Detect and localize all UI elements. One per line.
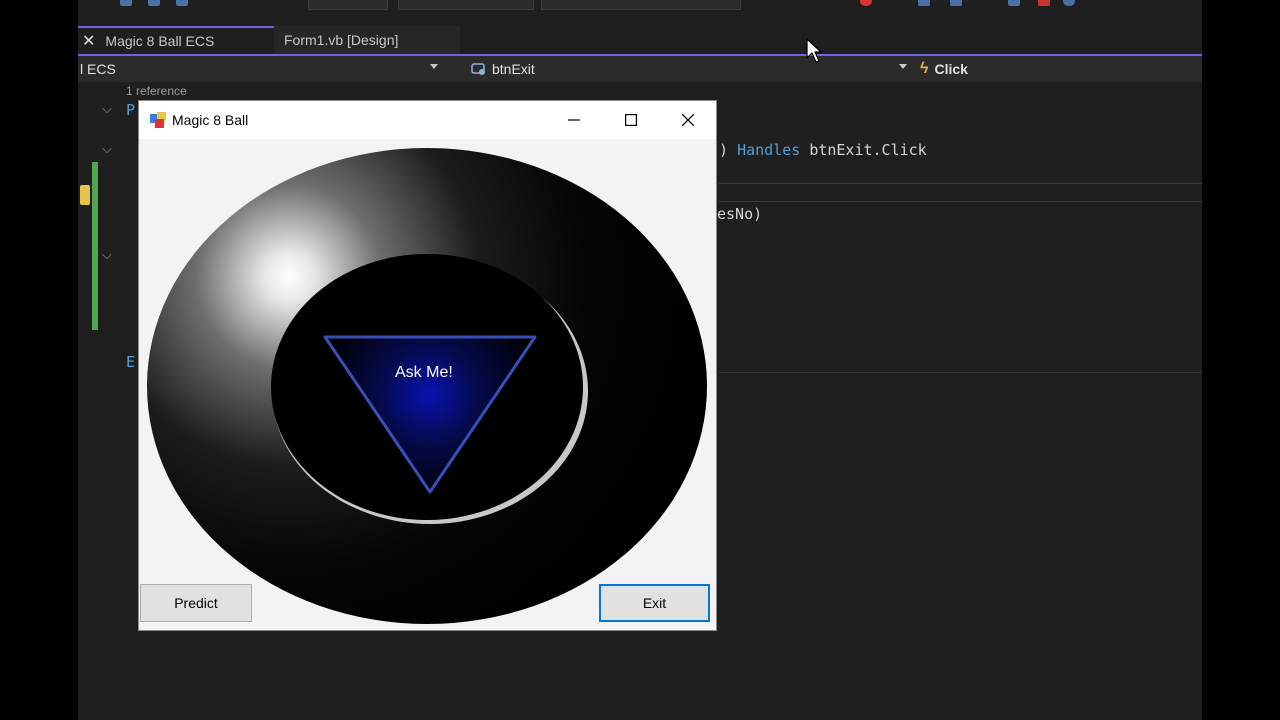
lightbulb-icon[interactable]	[80, 185, 90, 205]
stop-icon[interactable]	[860, 0, 872, 6]
tab-label: Magic 8 Ball ECS	[105, 33, 215, 49]
tab-form1-design[interactable]: Form1.vb [Design]	[274, 26, 460, 54]
exit-button[interactable]: Exit	[599, 584, 710, 622]
close-icon[interactable]: ✕	[82, 31, 95, 51]
event-dropdown[interactable]: ϟ Click	[920, 56, 968, 82]
magic-8-ball-image	[147, 148, 707, 624]
project-name: l ECS	[80, 61, 116, 77]
codelens-references[interactable]: 1 reference	[126, 84, 187, 98]
window-title: Magic 8 Ball	[172, 112, 249, 128]
minimize-icon	[567, 119, 580, 121]
object-dropdown[interactable]: btnExit	[470, 56, 535, 82]
save-icon[interactable]	[120, 0, 132, 6]
save-all-icon[interactable]	[148, 0, 160, 6]
close-button[interactable]	[659, 101, 716, 139]
line-separator	[719, 372, 1202, 373]
code-line-msgbox: esNo)	[717, 205, 763, 223]
toolbar-icon[interactable]	[1038, 0, 1050, 6]
mouse-cursor-icon	[806, 38, 822, 63]
form-client-area: Ask Me! Predict Exit	[139, 139, 716, 630]
app-icon	[150, 112, 166, 128]
code-fragment: P	[126, 101, 136, 119]
line-separator	[719, 201, 1202, 202]
collapse-icon[interactable]: ⌵	[102, 142, 112, 157]
chevron-down-icon[interactable]	[899, 64, 907, 69]
startup-dropdown[interactable]	[541, 0, 741, 10]
chevron-down-icon[interactable]	[430, 64, 438, 69]
platform-dropdown[interactable]	[398, 0, 534, 10]
maximize-icon	[624, 114, 637, 126]
toolbar-icon[interactable]	[1063, 0, 1075, 6]
title-bar[interactable]: Magic 8 Ball	[139, 101, 716, 139]
change-indicator	[92, 162, 98, 330]
close-icon	[681, 114, 694, 126]
toolbar-icon[interactable]	[950, 0, 962, 6]
line-separator	[719, 183, 1202, 184]
collapse-icon[interactable]: ⌵	[102, 248, 112, 263]
toolbar	[78, 0, 1202, 26]
code-line-handles: ) Handles btnExit.Click	[719, 141, 927, 159]
form-window: Magic 8 Ball Ask Me! Predict Exit	[138, 100, 717, 631]
event-name: Click	[934, 61, 968, 77]
tab-label: Form1.vb [Design]	[284, 32, 399, 48]
code-fragment: E	[126, 353, 136, 371]
answer-label: Ask Me!	[395, 364, 453, 381]
collapse-icon[interactable]: ⌵	[102, 102, 112, 117]
object-icon	[471, 63, 485, 75]
navigation-bar: l ECS btnExit ϟ Click	[78, 56, 1202, 82]
tab-magic-8-ball-ecs[interactable]: ✕ Magic 8 Ball ECS	[78, 26, 274, 54]
project-dropdown[interactable]: l ECS	[80, 56, 116, 82]
lightning-icon: ϟ	[920, 60, 929, 77]
minimize-button[interactable]	[545, 101, 602, 139]
toolbar-icon[interactable]	[918, 0, 930, 6]
configuration-dropdown[interactable]	[308, 0, 388, 10]
maximize-button[interactable]	[602, 101, 659, 139]
toolbar-icon[interactable]	[1008, 0, 1020, 6]
predict-button[interactable]: Predict	[140, 584, 252, 622]
object-name: btnExit	[492, 61, 535, 77]
open-icon[interactable]	[176, 0, 188, 6]
document-tabs: ✕ Magic 8 Ball ECS Form1.vb [Design]	[78, 26, 1202, 56]
